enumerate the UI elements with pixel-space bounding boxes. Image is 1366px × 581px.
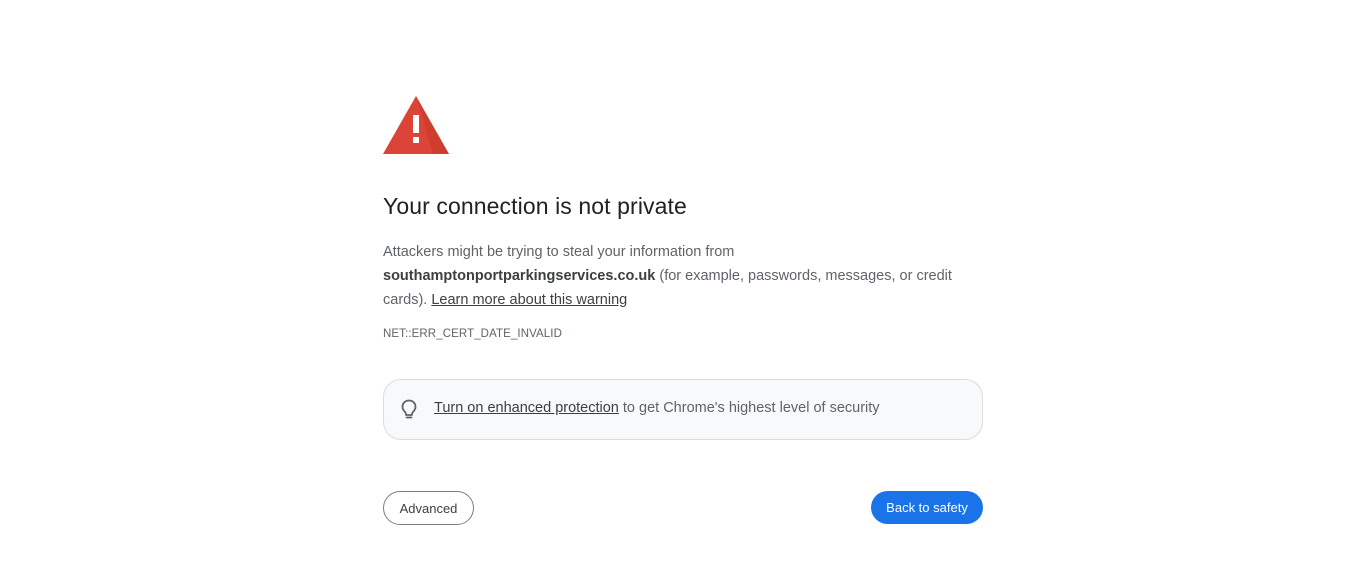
error-code: NET::ERR_CERT_DATE_INVALID xyxy=(383,328,562,340)
warning-description: Attackers might be trying to steal your … xyxy=(383,240,983,312)
description-text-before: Attackers might be trying to steal your … xyxy=(383,244,735,260)
lightbulb-icon xyxy=(401,399,417,419)
warning-triangle-icon xyxy=(383,96,449,154)
learn-more-link[interactable]: Learn more about this warning xyxy=(431,292,627,308)
enhanced-protection-banner: Turn on enhanced protection to get Chrom… xyxy=(383,379,983,440)
enhanced-protection-link[interactable]: Turn on enhanced protection xyxy=(434,400,619,416)
banner-text: to get Chrome's highest level of securit… xyxy=(618,400,880,416)
page-title: Your connection is not private xyxy=(383,193,687,219)
back-to-safety-button[interactable]: Back to safety xyxy=(871,491,983,524)
banner-message: Turn on enhanced protection to get Chrom… xyxy=(434,400,880,416)
interstitial-page: Your connection is not private Attackers… xyxy=(0,0,1366,581)
hostname: southamptonportparkingservices.co.uk xyxy=(383,268,656,284)
advanced-button[interactable]: Advanced xyxy=(383,491,474,525)
